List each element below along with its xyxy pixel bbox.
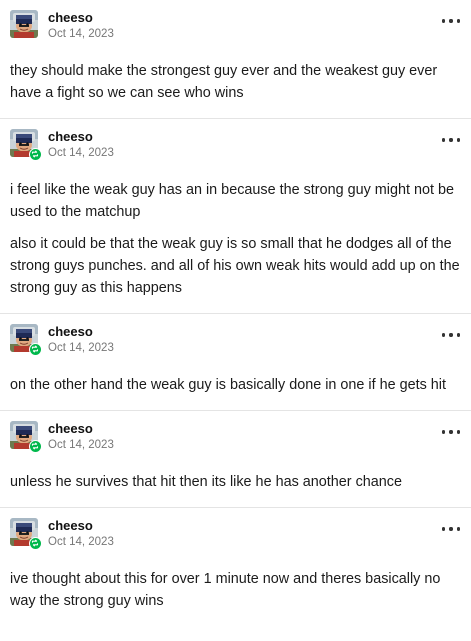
reblog-icon bbox=[29, 440, 42, 453]
more-options-icon bbox=[442, 527, 446, 531]
post-date[interactable]: Oct 14, 2023 bbox=[48, 342, 114, 355]
avatar[interactable] bbox=[10, 421, 42, 453]
more-options-icon bbox=[442, 333, 446, 337]
post-body: ive thought about this for over 1 minute… bbox=[0, 558, 471, 626]
more-options-icon bbox=[449, 138, 453, 142]
post-paragraph: unless he survives that hit then its lik… bbox=[10, 474, 402, 490]
more-options-icon bbox=[456, 430, 460, 434]
thread-post: cheeso Oct 14, 2023 i feel like the weak… bbox=[0, 119, 471, 314]
post-body: unless he survives that hit then its lik… bbox=[0, 461, 471, 507]
post-date[interactable]: Oct 14, 2023 bbox=[48, 536, 114, 549]
more-options-button[interactable] bbox=[442, 328, 460, 342]
more-options-icon bbox=[449, 333, 453, 337]
post-username[interactable]: cheeso bbox=[48, 130, 93, 144]
more-options-icon bbox=[449, 527, 453, 531]
post-paragraph: also it could be that the weak guy is so… bbox=[10, 236, 460, 296]
post-paragraph: ive thought about this for over 1 minute… bbox=[10, 571, 441, 609]
post-username[interactable]: cheeso bbox=[48, 11, 93, 25]
avatar-image bbox=[10, 10, 38, 38]
reblog-icon bbox=[29, 537, 42, 550]
post-date[interactable]: Oct 14, 2023 bbox=[48, 147, 114, 160]
avatar[interactable] bbox=[10, 129, 42, 161]
post-body: on the other hand the weak guy is basica… bbox=[0, 364, 471, 410]
reblog-icon bbox=[29, 343, 42, 356]
more-options-icon bbox=[449, 19, 453, 23]
more-options-icon bbox=[449, 430, 453, 434]
post-date[interactable]: Oct 14, 2023 bbox=[48, 28, 114, 41]
more-options-button[interactable] bbox=[442, 14, 460, 28]
more-options-button[interactable] bbox=[442, 133, 460, 147]
post-body: they should make the strongest guy ever … bbox=[0, 50, 471, 118]
more-options-icon bbox=[456, 19, 460, 23]
thread-post: cheeso Oct 14, 2023 unless he survives t… bbox=[0, 411, 471, 508]
more-options-icon bbox=[442, 138, 446, 142]
post-paragraph: i feel like the weak guy has an in becau… bbox=[10, 182, 454, 220]
thread-post: cheeso Oct 14, 2023 ive thought about th… bbox=[0, 508, 471, 626]
post-header: cheeso Oct 14, 2023 bbox=[0, 0, 471, 50]
post-body: i feel like the weak guy has an in becau… bbox=[0, 169, 471, 313]
more-options-button[interactable] bbox=[442, 522, 460, 536]
post-header: cheeso Oct 14, 2023 bbox=[0, 508, 471, 558]
post-date[interactable]: Oct 14, 2023 bbox=[48, 439, 114, 452]
more-options-button[interactable] bbox=[442, 425, 460, 439]
reblog-thread: cheeso Oct 14, 2023 they should make the… bbox=[0, 0, 471, 626]
avatar[interactable] bbox=[10, 10, 38, 38]
post-username[interactable]: cheeso bbox=[48, 519, 93, 533]
more-options-icon bbox=[456, 527, 460, 531]
more-options-icon bbox=[442, 430, 446, 434]
post-paragraph: they should make the strongest guy ever … bbox=[10, 63, 438, 101]
more-options-icon bbox=[456, 333, 460, 337]
post-username[interactable]: cheeso bbox=[48, 325, 93, 339]
avatar[interactable] bbox=[10, 324, 42, 356]
more-options-icon bbox=[442, 19, 446, 23]
post-paragraph: on the other hand the weak guy is basica… bbox=[10, 377, 447, 393]
more-options-icon bbox=[456, 138, 460, 142]
thread-post: cheeso Oct 14, 2023 they should make the… bbox=[0, 0, 471, 119]
reblog-icon bbox=[29, 148, 42, 161]
post-header: cheeso Oct 14, 2023 bbox=[0, 119, 471, 169]
thread-post: cheeso Oct 14, 2023 on the other hand th… bbox=[0, 314, 471, 411]
post-header: cheeso Oct 14, 2023 bbox=[0, 314, 471, 364]
avatar[interactable] bbox=[10, 518, 42, 550]
post-username[interactable]: cheeso bbox=[48, 422, 93, 436]
post-header: cheeso Oct 14, 2023 bbox=[0, 411, 471, 461]
